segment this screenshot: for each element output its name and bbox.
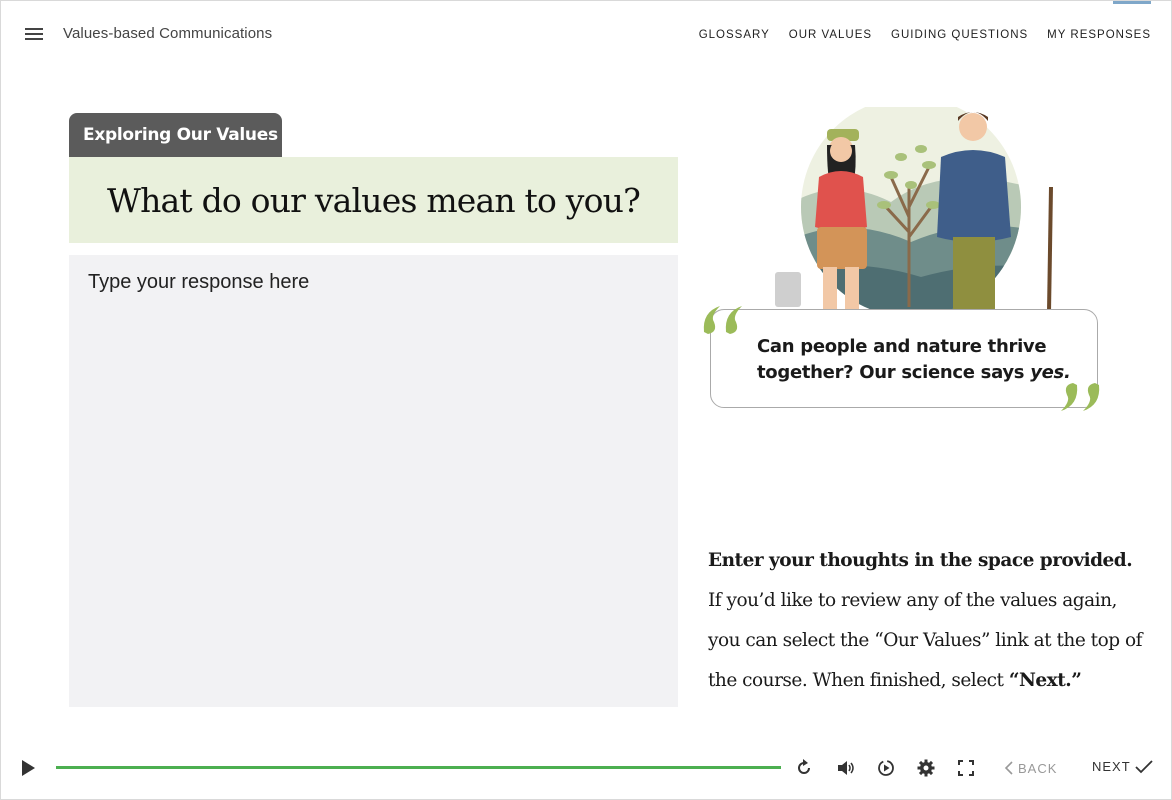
back-label: BACK: [1018, 760, 1058, 776]
nav-guiding-questions[interactable]: GUIDING QUESTIONS: [891, 29, 1028, 41]
instructions-next: “Next.”: [1008, 670, 1082, 691]
next-button[interactable]: NEXT: [1092, 759, 1153, 774]
chevron-left-icon: [1004, 761, 1013, 775]
volume-icon[interactable]: [836, 758, 856, 778]
instructions-bold: Enter your thoughts in the space provide…: [708, 550, 1133, 571]
seek-bar[interactable]: [56, 766, 781, 769]
top-nav: GLOSSARY OUR VALUES GUIDING QUESTIONS MY…: [699, 29, 1151, 41]
hamburger-icon[interactable]: [25, 25, 47, 43]
course-window: Values-based Communications GLOSSARY OUR…: [0, 0, 1172, 800]
quote-text: Can people and nature thrive together? O…: [757, 334, 1077, 386]
back-button[interactable]: BACK: [1004, 760, 1057, 776]
question-heading: What do our values mean to you?: [106, 180, 641, 220]
replay-icon[interactable]: [794, 758, 814, 778]
section-tab: Exploring Our Values: [69, 113, 282, 159]
instructions-text: Enter your thoughts in the space provide…: [708, 541, 1148, 701]
close-quote-icon: [1061, 383, 1100, 411]
playback-speed-icon[interactable]: [876, 758, 896, 778]
quote-line-1: Can people and nature thrive: [757, 336, 1047, 357]
nav-glossary[interactable]: GLOSSARY: [699, 29, 770, 41]
open-quote-icon: [703, 306, 742, 334]
fullscreen-icon[interactable]: [956, 758, 976, 778]
next-label: NEXT: [1092, 759, 1131, 774]
quote-callout: Can people and nature thrive together? O…: [710, 309, 1098, 408]
seek-bar-fill: [56, 766, 781, 769]
quote-line-2: together? Our science says: [757, 362, 1031, 383]
question-banner: What do our values mean to you?: [69, 157, 678, 243]
quote-emphasis: yes.: [1030, 362, 1071, 383]
nav-our-values[interactable]: OUR VALUES: [789, 29, 872, 41]
play-icon[interactable]: [19, 759, 37, 777]
response-textarea[interactable]: [69, 255, 678, 707]
course-title: Values-based Communications: [63, 25, 273, 42]
people-planting-tree-illustration: [775, 107, 1053, 312]
top-accent-bar: [1113, 1, 1151, 4]
nav-my-responses[interactable]: MY RESPONSES: [1047, 29, 1151, 41]
settings-icon[interactable]: [916, 758, 936, 778]
checkmark-icon: [1135, 759, 1153, 773]
